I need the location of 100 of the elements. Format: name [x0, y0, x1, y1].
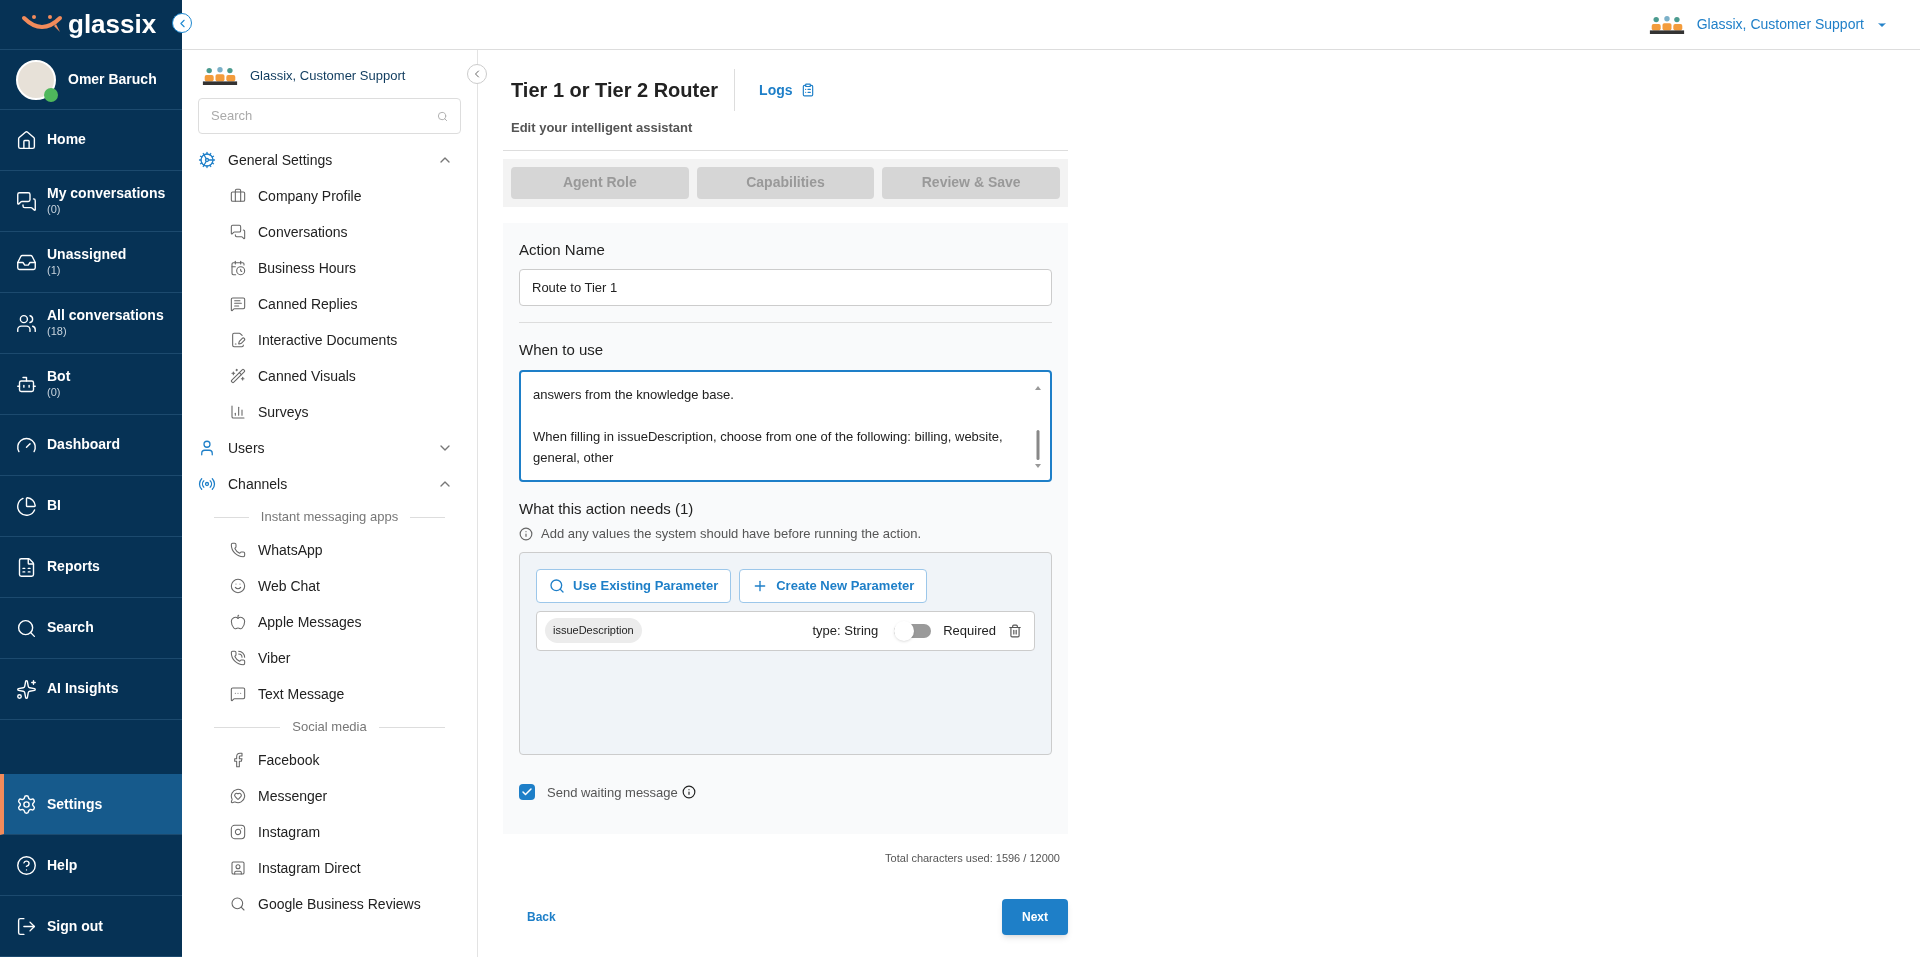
nav-item[interactable]: Bot (0): [0, 354, 182, 415]
nav-item[interactable]: Reports: [0, 537, 182, 598]
parameter-type: type: String: [812, 621, 879, 640]
nav-label: Unassigned: [47, 246, 127, 264]
user-icon: [198, 439, 216, 457]
required-toggle[interactable]: [894, 623, 932, 638]
menu-item[interactable]: Conversations: [198, 214, 461, 250]
nav-item[interactable]: Dashboard: [0, 415, 182, 476]
document-pen-icon: [230, 332, 246, 348]
logs-link[interactable]: Logs: [759, 79, 815, 101]
nav-item[interactable]: Home: [0, 110, 182, 171]
checkbox-label: Send waiting message: [547, 783, 678, 802]
settings-group[interactable]: Channels: [198, 466, 461, 502]
group-label: General Settings: [228, 150, 334, 170]
waiting-checkbox[interactable]: [519, 784, 535, 801]
chat-bubble-icon: [230, 296, 246, 312]
pie-chart-icon: [16, 495, 37, 517]
menu-item[interactable]: Company Profile: [198, 178, 461, 214]
collapse-button[interactable]: [172, 13, 192, 33]
back-link[interactable]: Back: [527, 907, 556, 926]
use-existing-button[interactable]: Use Existing Parameter: [536, 568, 732, 603]
phone-icon: [230, 650, 246, 666]
instagram-icon: [230, 824, 246, 840]
nav-label: All conversations: [47, 307, 164, 325]
message-dots-icon: [230, 686, 246, 702]
menu-item[interactable]: Canned Visuals: [198, 358, 461, 394]
nav-label: Dashboard: [47, 436, 121, 454]
menu-item[interactable]: Text Message: [198, 676, 461, 712]
nav-label: My conversations: [47, 185, 166, 203]
nav-item[interactable]: All conversations (18): [0, 293, 182, 354]
group-label: Channels: [228, 474, 289, 494]
menu-item[interactable]: Business Hours: [198, 250, 461, 286]
menu-item[interactable]: Google Business Reviews: [198, 886, 461, 922]
create-new-button[interactable]: Create New Parameter: [739, 568, 928, 603]
clipboard-icon: [800, 83, 815, 97]
next-button[interactable]: Next: [1002, 898, 1068, 935]
menu-item[interactable]: Interactive Documents: [198, 322, 461, 358]
character-count: Total characters used: 1596 / 12000: [885, 851, 1060, 866]
menu-item[interactable]: Apple Messages: [198, 604, 461, 640]
nav-label: Settings: [47, 794, 103, 814]
nav-label: Home: [47, 131, 86, 149]
broadcast-icon: [198, 475, 216, 493]
briefcase-icon: [230, 188, 246, 204]
messenger-icon: [230, 788, 246, 804]
chat-bubbles-icon: [230, 224, 246, 240]
account-name[interactable]: Glassix, Customer Support: [1696, 14, 1864, 35]
field-label: When to use: [519, 340, 605, 360]
team-illustration-icon: [202, 64, 238, 88]
sign-out-icon: [16, 915, 37, 937]
when-to-use-textarea[interactable]: answers from the knowledge base. When filling in issueDescription, choose from one of the following: billing, website, general, other: [519, 369, 1052, 482]
nav-label: Reports: [47, 558, 100, 576]
menu-item[interactable]: WhatsApp: [198, 532, 461, 568]
nav-label: Search: [47, 619, 94, 637]
textarea-paragraph: When filling in issueDescription, choose from one of the following: billing, website, general, other: [533, 427, 1004, 467]
nav-label: Bot: [47, 368, 71, 386]
sparkles-icon: [16, 678, 37, 700]
field-label: Action Name: [519, 239, 606, 260]
group-label: Users: [228, 438, 266, 458]
required-label: Required: [943, 621, 996, 640]
nav-item[interactable]: Settings: [0, 774, 182, 835]
settings-group[interactable]: Users: [198, 430, 461, 466]
menu-item[interactable]: Instagram: [198, 814, 461, 850]
section-title: What this action needs (1): [519, 498, 695, 519]
menu-item[interactable]: Web Chat: [198, 568, 461, 604]
nav-label: Help: [47, 855, 78, 875]
menu-item[interactable]: Canned Replies: [198, 286, 461, 322]
square-user-icon: [230, 860, 246, 876]
help-icon: [16, 854, 37, 876]
parameter-chip: issueDescription: [545, 618, 642, 643]
page-title: Tier 1 or Tier 2 Router: [511, 78, 720, 103]
nav-label: BI: [47, 497, 61, 515]
bar-chart-icon: [230, 404, 246, 420]
search-placeholder: Search: [211, 107, 253, 126]
document-icon: [16, 556, 37, 578]
nav-item[interactable]: Help: [0, 835, 182, 896]
trash-icon[interactable]: [1008, 623, 1022, 638]
nav-item[interactable]: AI Insights: [0, 659, 182, 720]
nav-count: (18): [47, 324, 68, 339]
menu-item[interactable]: Instagram Direct: [198, 850, 461, 886]
nav-item[interactable]: BI: [0, 476, 182, 537]
nav-count: (0): [47, 202, 62, 217]
people-icon: [16, 312, 37, 334]
search-icon: [437, 110, 448, 122]
section-heading: Social media: [292, 718, 367, 737]
chat-bubbles-icon: [16, 190, 37, 212]
menu-item[interactable]: Facebook: [198, 742, 461, 778]
hint-text: Add any values the system should have before running the action.: [541, 525, 922, 543]
search-icon: [549, 577, 565, 594]
info-icon: [681, 785, 696, 800]
nav-item[interactable]: Sign out: [0, 896, 182, 957]
nav-item[interactable]: My conversations (0): [0, 171, 182, 232]
nav-item[interactable]: Search: [0, 598, 182, 659]
nav-item[interactable]: Unassigned (1): [0, 232, 182, 293]
menu-item[interactable]: Surveys: [198, 394, 461, 430]
settings-group[interactable]: General Settings: [198, 142, 461, 178]
menu-item[interactable]: Messenger: [198, 778, 461, 814]
page-subtitle: Edit your intelligent assistant: [510, 119, 694, 137]
action-name-input[interactable]: Route to Tier 1: [519, 269, 1052, 306]
menu-item[interactable]: Viber: [198, 640, 461, 676]
home-icon: [16, 129, 37, 151]
